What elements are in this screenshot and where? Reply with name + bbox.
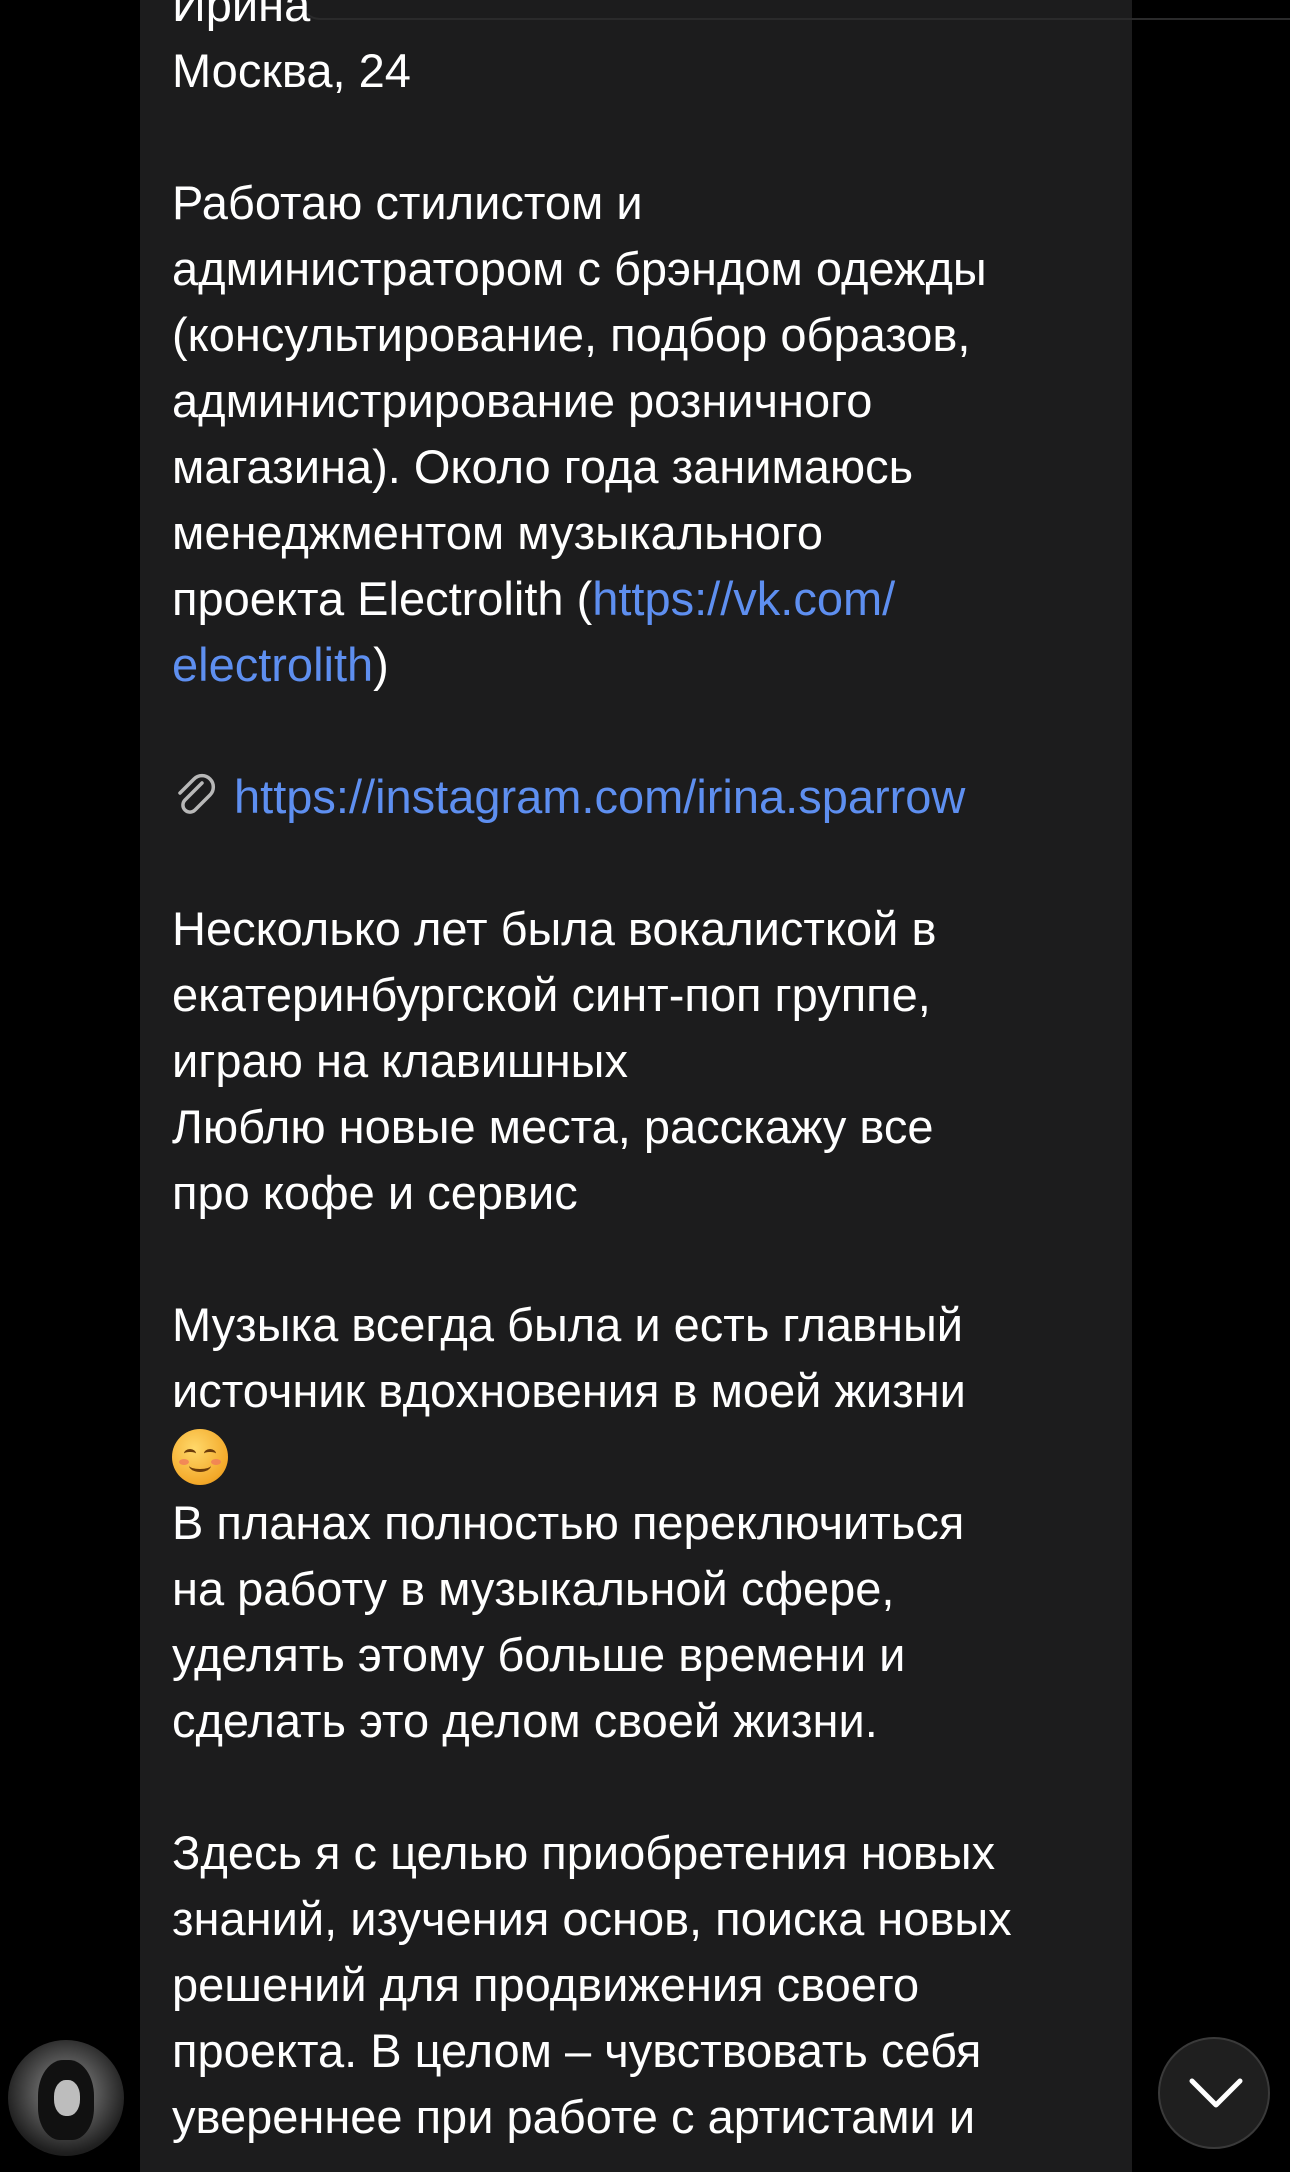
message-line: увереннее при работе с артистами и xyxy=(172,2090,976,2143)
message-line: екатеринбургской синт-поп группе, xyxy=(172,968,931,1021)
message-line: Музыка всегда была и есть главный xyxy=(172,1298,964,1351)
message-line: сделать это делом своей жизни. xyxy=(172,1694,878,1747)
attachment-line: https://instagram.com/irina.sparrow xyxy=(172,764,1112,830)
message-line: уделять этому больше времени и xyxy=(172,1628,906,1681)
message-line: про кофе и сервис xyxy=(172,1166,578,1219)
message-line: источник вдохновения в моей жизни xyxy=(172,1364,966,1417)
message-line: electrolith) xyxy=(172,632,1112,698)
message-line xyxy=(172,698,1112,764)
message-line: Люблю новые места, расскажу все xyxy=(172,1100,934,1153)
message-line: Работаю стилистом и xyxy=(172,176,643,229)
emoji-line xyxy=(172,1424,1112,1490)
message-line: администрирование розничного xyxy=(172,374,873,427)
message-line xyxy=(172,1754,1112,1820)
message-line: Ирина xyxy=(172,0,311,31)
message-line: менеджментом музыкального xyxy=(172,506,823,559)
scroll-down-button[interactable] xyxy=(1158,2037,1270,2149)
avatar-face xyxy=(54,2080,80,2116)
chevron-down-icon xyxy=(1189,2078,1243,2108)
message-line xyxy=(172,1226,1112,1292)
chat-screen: Ирина Москва, 24 Работаю стилистом и адм… xyxy=(0,0,1290,2172)
message-line: проекта. В целом – чувствовать себя xyxy=(172,2024,982,2077)
message-line: знаний, изучения основ, поиска новых xyxy=(172,1892,1012,1945)
smiling-face-emoji xyxy=(172,1429,228,1485)
message-line: Москва, 24 xyxy=(172,44,411,97)
message-line: Здесь я с целью приобретения новых xyxy=(172,1826,996,1879)
message-text: Ирина Москва, 24 Работаю стилистом и адм… xyxy=(172,0,1112,2150)
vk-link-continued[interactable]: electrolith xyxy=(172,638,373,691)
message-line-text: проекта Electrolith ( xyxy=(172,572,593,625)
message-line: администратором с брэндом одежды xyxy=(172,242,987,295)
message-line: проекта Electrolith (https://vk.com/ xyxy=(172,566,1112,632)
message-line: на работу в музыкальной сфере, xyxy=(172,1562,895,1615)
message-line: играю на клавишных xyxy=(172,1034,628,1087)
paperclip-icon xyxy=(172,772,220,838)
message-line xyxy=(172,830,1112,896)
avatar[interactable] xyxy=(8,2040,124,2156)
instagram-link[interactable]: https://instagram.com/irina.sparrow xyxy=(234,770,965,823)
message-line: магазина). Около года занимаюсь xyxy=(172,440,914,493)
message-line: Несколько лет была вокалисткой в xyxy=(172,902,937,955)
message-line: решений для продвижения своего xyxy=(172,1958,920,2011)
message-line xyxy=(172,104,1112,170)
closing-paren: ) xyxy=(373,638,389,691)
message-line: В планах полностью переключиться xyxy=(172,1496,965,1549)
message-line: (консультирование, подбор образов, xyxy=(172,308,971,361)
vk-link[interactable]: https://vk.com/ xyxy=(592,572,895,625)
